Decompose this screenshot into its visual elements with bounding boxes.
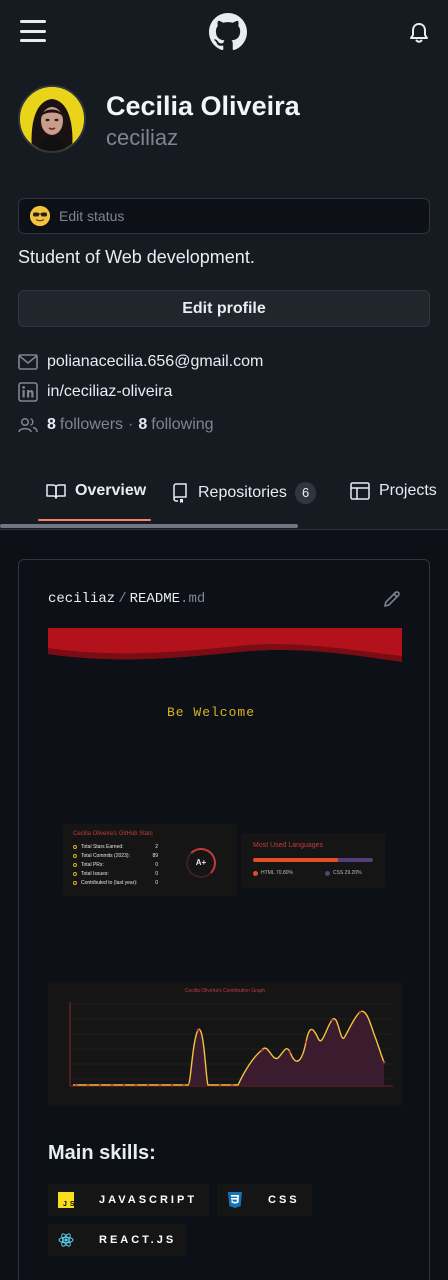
followers-count[interactable]: 8 [47, 416, 56, 434]
skill-label: JAVASCRIPT [99, 1194, 198, 1206]
svg-text:JS: JS [63, 1201, 74, 1208]
selected-tab-indicator [38, 519, 151, 521]
stats-row-label: Total PRs: [81, 862, 104, 868]
languages-bar [253, 858, 373, 862]
contribution-graph-title: Cecilia Oliveira's Contribution Graph [184, 988, 266, 994]
language-legend-css: CSS 29.20% [325, 870, 362, 876]
css3-icon [228, 1192, 242, 1208]
react-badge: REACT.JS [48, 1224, 186, 1256]
language-name: HTML [261, 870, 275, 876]
stats-row: Total Stars Earned: 2 [73, 844, 158, 850]
people-icon [18, 417, 38, 433]
stats-row-label: Total Commits (2023): [81, 853, 130, 859]
stats-row: Contributed to (last year): 0 [73, 880, 158, 886]
pencil-icon[interactable] [382, 589, 402, 609]
tab-projects-label: Projects [379, 482, 437, 499]
tab-repositories-label: Repositories [198, 484, 287, 501]
legend-swatch [253, 870, 258, 876]
linkedin-icon [18, 382, 38, 402]
readme-card: ceciliaz / README.md Be Welcome Cecilia Ol… [18, 559, 430, 1280]
email-item[interactable]: polianacecilia.656@gmail.com [18, 353, 263, 371]
javascript-icon: JS [58, 1192, 74, 1208]
edit-profile-button[interactable]: Edit profile [18, 290, 430, 327]
sunglasses-emoji-icon [30, 206, 50, 226]
readme-path-separator: / [118, 591, 127, 607]
language-name: CSS [333, 870, 344, 876]
stats-row-label: Total Stars Earned: [81, 844, 124, 850]
languages-bar-css [337, 858, 373, 862]
top-navigation-bar [0, 0, 448, 64]
stats-grade-ring: A+ [186, 848, 216, 878]
profile-login: ceciliaz [106, 125, 179, 150]
profile-section: Cecilia Oliveira ceciliaz Edit status St… [0, 64, 448, 530]
main-skills-heading: Main skills: [48, 1142, 156, 1164]
readme-file-ext: .md [180, 591, 206, 607]
edit-status-label: Edit status [59, 208, 125, 224]
stats-row-value: 2 [155, 844, 158, 850]
followers-following: 8 followers · 8 following [18, 416, 214, 434]
tab-overview[interactable]: Overview [46, 482, 146, 500]
readme-file-link[interactable]: README [130, 591, 180, 607]
javascript-badge: JS JAVASCRIPT [48, 1184, 209, 1216]
stats-row: Total PRs: 0 [73, 862, 158, 868]
github-logo-icon[interactable] [209, 13, 247, 51]
stats-row-value: 0 [155, 862, 158, 868]
profile-bio: Student of Web development. [18, 247, 255, 267]
header-banner [48, 628, 402, 662]
tabs-scrollbar[interactable] [0, 524, 298, 528]
separator-dot: · [128, 416, 134, 433]
language-percent: 29.20% [344, 870, 362, 876]
css-badge: CSS [217, 1184, 312, 1216]
followers-label[interactable]: followers [60, 416, 123, 434]
profile-name: Cecilia Oliveira [106, 91, 300, 121]
languages-bar-html [253, 858, 338, 862]
languages-card-title: Most Used Languages [253, 842, 324, 849]
repositories-count-badge: 6 [294, 482, 317, 504]
following-label[interactable]: following [151, 416, 213, 434]
bell-icon[interactable] [409, 22, 429, 44]
language-legend-html: HTML 70.80% [253, 870, 293, 876]
table-icon [350, 482, 370, 500]
skill-label: CSS [268, 1194, 300, 1206]
hamburger-icon[interactable] [20, 20, 46, 42]
tab-overview-label: Overview [75, 482, 147, 499]
repo-icon [173, 483, 187, 503]
languages-card: Most Used Languages HTML 70.80% CSS 29.2… [241, 833, 385, 888]
profile-tabs: Overview Repositories 6 Projects [0, 466, 448, 521]
tab-projects[interactable]: Projects [350, 482, 437, 500]
readme-path: ceciliaz / README.md [48, 591, 205, 607]
avatar[interactable] [18, 85, 86, 153]
avatar-image [20, 87, 84, 151]
welcome-typing-text: Be Welcome [167, 705, 256, 720]
legend-swatch [325, 870, 330, 876]
stats-card-title: Cecilia Oliveira's GitHub Stats [73, 831, 153, 837]
github-stats-card: Cecilia Oliveira's GitHub Stats Total St… [63, 824, 237, 896]
email-link[interactable]: polianacecilia.656@gmail.com [47, 353, 263, 371]
stats-row-label: Total Issues: [81, 871, 109, 877]
book-icon [46, 484, 66, 499]
mail-icon [18, 354, 38, 370]
stats-row: Total Commits (2023): 89 [73, 853, 158, 859]
react-icon [58, 1233, 74, 1247]
skill-label: REACT.JS [99, 1234, 177, 1246]
stats-row-value: 0 [155, 871, 158, 877]
edit-status-button[interactable]: Edit status [18, 198, 430, 234]
contribution-graph: Cecilia Oliveira's Contribution Graph [48, 982, 402, 1106]
following-count[interactable]: 8 [138, 416, 147, 434]
stats-row-value: 89 [152, 853, 158, 859]
stats-row: Total Issues: 0 [73, 871, 158, 877]
stats-row-label: Contributed to (last year): [81, 880, 138, 886]
linkedin-item[interactable]: in/ceciliaz-oliveira [18, 382, 172, 402]
tab-repositories[interactable]: Repositories 6 [171, 482, 317, 504]
linkedin-link[interactable]: in/ceciliaz-oliveira [47, 383, 172, 401]
language-percent: 70.80% [276, 870, 293, 876]
stats-row-value: 0 [155, 880, 158, 886]
readme-owner-link[interactable]: ceciliaz [48, 591, 115, 607]
contribution-graph-plot [69, 1002, 393, 1087]
